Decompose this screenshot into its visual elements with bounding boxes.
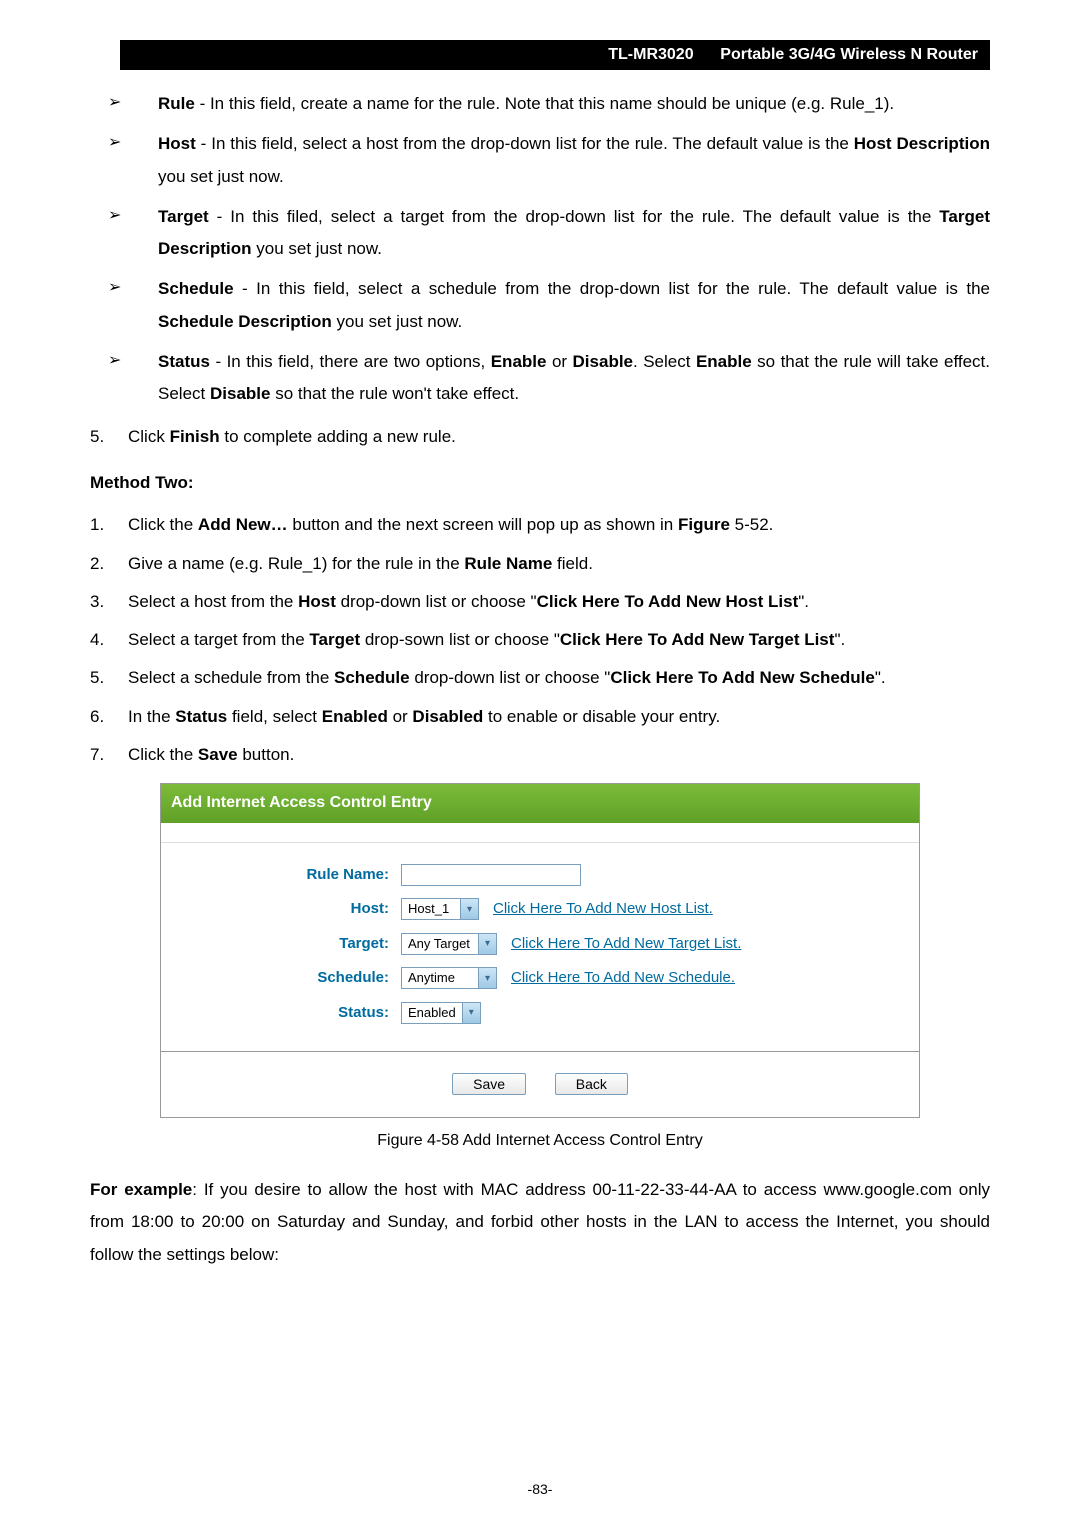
figure-caption: Figure 4-58 Add Internet Access Control … <box>90 1126 990 1156</box>
status-field-item: Status - In this field, there are two op… <box>140 346 990 411</box>
chevron-down-icon: ▾ <box>478 968 496 988</box>
schedule-field-item: Schedule - In this field, select a sched… <box>140 273 990 338</box>
step-4: 4.Select a target from the Target drop-s… <box>90 624 990 656</box>
document-header: TL-MR3020 Portable 3G/4G Wireless N Rout… <box>120 40 990 70</box>
rule-name-label: Rule Name: <box>181 861 401 890</box>
page-number: -83- <box>0 1481 1080 1497</box>
chevron-down-icon: ▾ <box>462 1003 480 1023</box>
form-title: Add Internet Access Control Entry <box>161 784 919 822</box>
form-spacer <box>161 823 919 843</box>
field-description-list: Rule - In this field, create a name for … <box>90 88 990 411</box>
host-label: Host: <box>181 895 401 924</box>
example-paragraph: For example: If you desire to allow the … <box>90 1174 990 1271</box>
status-label: Status: <box>181 999 401 1028</box>
chevron-down-icon: ▾ <box>460 899 478 919</box>
method-two-heading: Method Two: <box>90 467 990 499</box>
chevron-down-icon: ▾ <box>478 934 496 954</box>
step-2: 2.Give a name (e.g. Rule_1) for the rule… <box>90 548 990 580</box>
host-field-item: Host - In this field, select a host from… <box>140 128 990 193</box>
add-target-link[interactable]: Click Here To Add New Target List. <box>511 930 741 959</box>
finish-step: 5.Click Finish to complete adding a new … <box>90 421 990 453</box>
step-3: 3.Select a host from the Host drop-down … <box>90 586 990 618</box>
step-5: 5.Select a schedule from the Schedule dr… <box>90 662 990 694</box>
host-select[interactable]: Host_1 ▾ <box>401 898 479 920</box>
step-7: 7.Click the Save button. <box>90 739 990 771</box>
status-select[interactable]: Enabled ▾ <box>401 1002 481 1024</box>
add-schedule-link[interactable]: Click Here To Add New Schedule. <box>511 964 735 993</box>
rule-field-item: Rule - In this field, create a name for … <box>140 88 990 120</box>
product-name: Portable 3G/4G Wireless N Router <box>720 46 978 63</box>
schedule-label: Schedule: <box>181 964 401 993</box>
back-button[interactable]: Back <box>555 1073 628 1095</box>
save-button[interactable]: Save <box>452 1073 526 1095</box>
step-1: 1.Click the Add New… button and the next… <box>90 509 990 541</box>
step-6: 6.In the Status field, select Enabled or… <box>90 701 990 733</box>
model-number: TL-MR3020 <box>608 46 693 63</box>
access-control-form: Add Internet Access Control Entry Rule N… <box>160 783 920 1117</box>
target-field-item: Target - In this filed, select a target … <box>140 201 990 266</box>
add-host-link[interactable]: Click Here To Add New Host List. <box>493 895 713 924</box>
target-select[interactable]: Any Target ▾ <box>401 933 497 955</box>
rule-name-input[interactable] <box>401 864 581 886</box>
target-label: Target: <box>181 930 401 959</box>
schedule-select[interactable]: Anytime ▾ <box>401 967 497 989</box>
method-two-steps: 1.Click the Add New… button and the next… <box>90 509 990 771</box>
